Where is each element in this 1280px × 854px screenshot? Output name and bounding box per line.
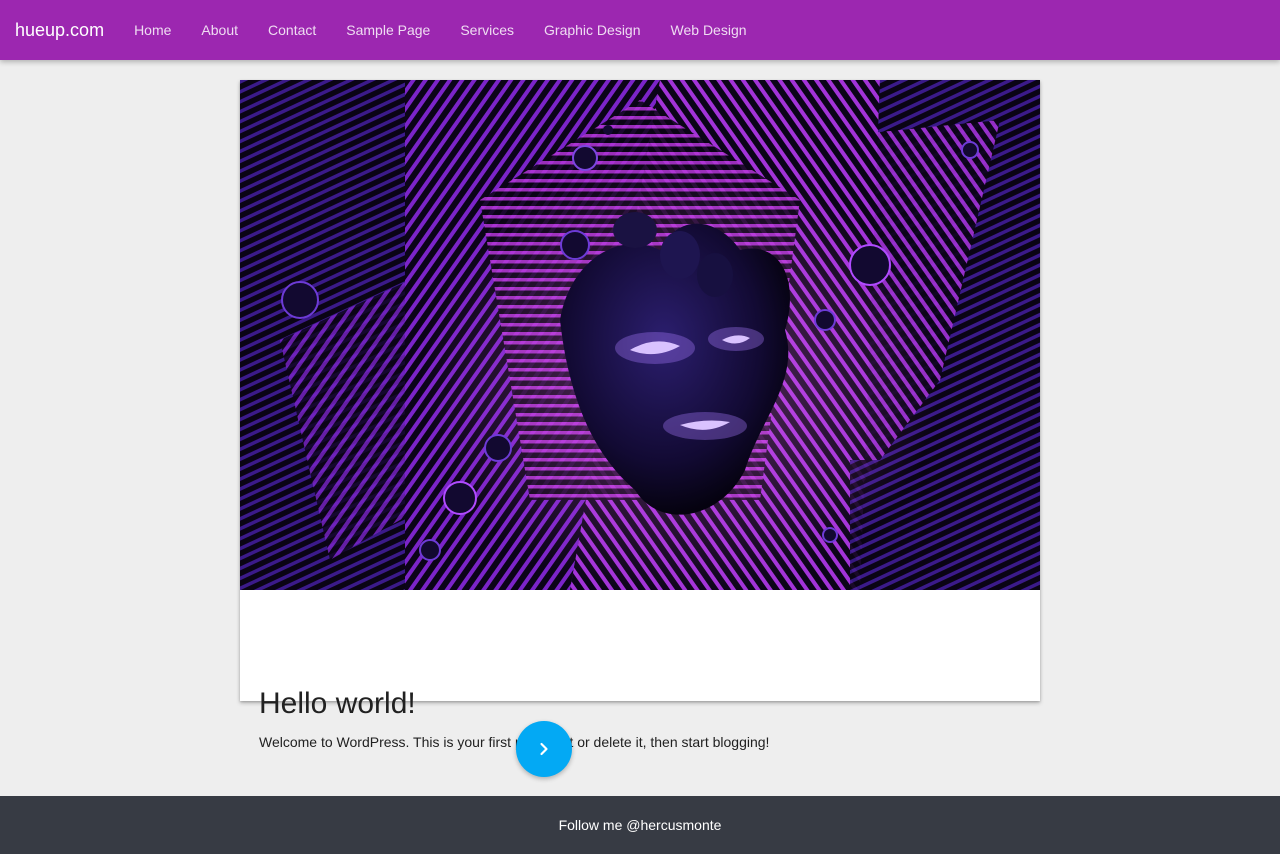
- next-page-button[interactable]: [516, 721, 572, 777]
- nav-item-graphic-design[interactable]: Graphic Design: [529, 0, 656, 60]
- post-card: Hello world! Welcome to WordPress. This …: [240, 80, 1040, 750]
- site-brand-link[interactable]: hueup.com: [15, 20, 104, 41]
- nav-item-contact[interactable]: Contact: [253, 0, 331, 60]
- post-title[interactable]: Hello world!: [259, 687, 416, 721]
- post-featured-image[interactable]: [240, 80, 1040, 590]
- nav-item-about[interactable]: About: [186, 0, 253, 60]
- abstract-neon-face-image: [240, 80, 1040, 590]
- post-excerpt: Welcome to WordPress. This is your first…: [259, 734, 770, 750]
- site-footer: Follow me @hercusmonte: [0, 796, 1280, 854]
- nav-item-services[interactable]: Services: [445, 0, 529, 60]
- top-navbar: hueup.com Home About Contact Sample Page…: [0, 0, 1280, 60]
- nav-item-home[interactable]: Home: [119, 0, 186, 60]
- main-nav: Home About Contact Sample Page Services …: [119, 0, 761, 60]
- chevron-right-icon: [540, 742, 548, 756]
- nav-item-web-design[interactable]: Web Design: [656, 0, 762, 60]
- nav-item-sample-page[interactable]: Sample Page: [331, 0, 445, 60]
- footer-follow-text[interactable]: Follow me @hercusmonte: [559, 817, 722, 833]
